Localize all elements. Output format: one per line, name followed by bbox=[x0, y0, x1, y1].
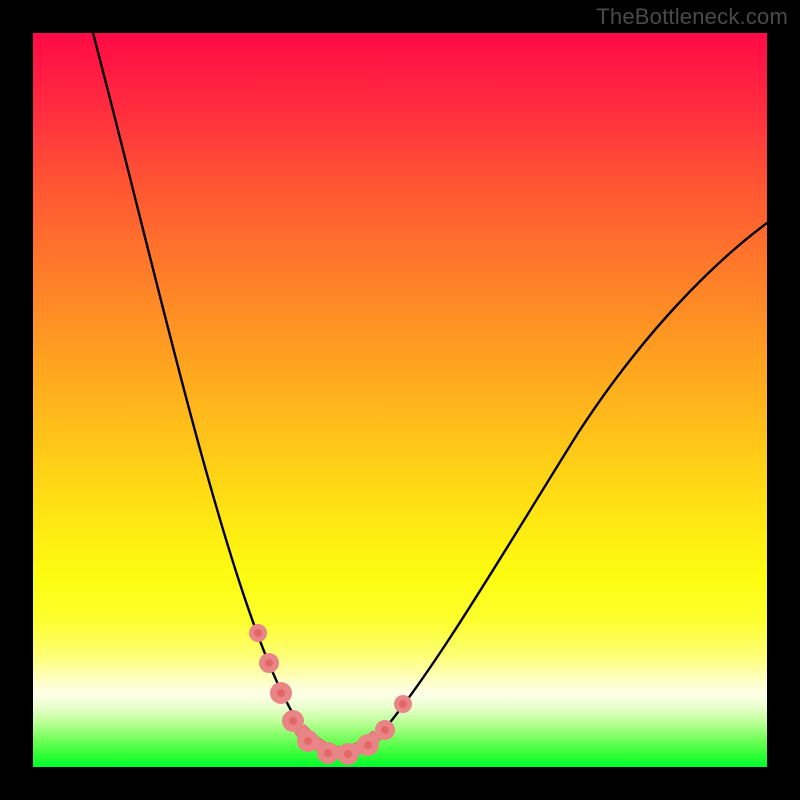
curve-left-branch bbox=[93, 33, 343, 757]
chart-svg bbox=[33, 33, 767, 767]
chart-frame: TheBottleneck.com bbox=[0, 0, 800, 800]
plot-area bbox=[33, 33, 767, 767]
marker-cluster bbox=[249, 624, 412, 765]
watermark-text: TheBottleneck.com bbox=[596, 4, 788, 30]
curve-right-branch bbox=[343, 223, 767, 757]
